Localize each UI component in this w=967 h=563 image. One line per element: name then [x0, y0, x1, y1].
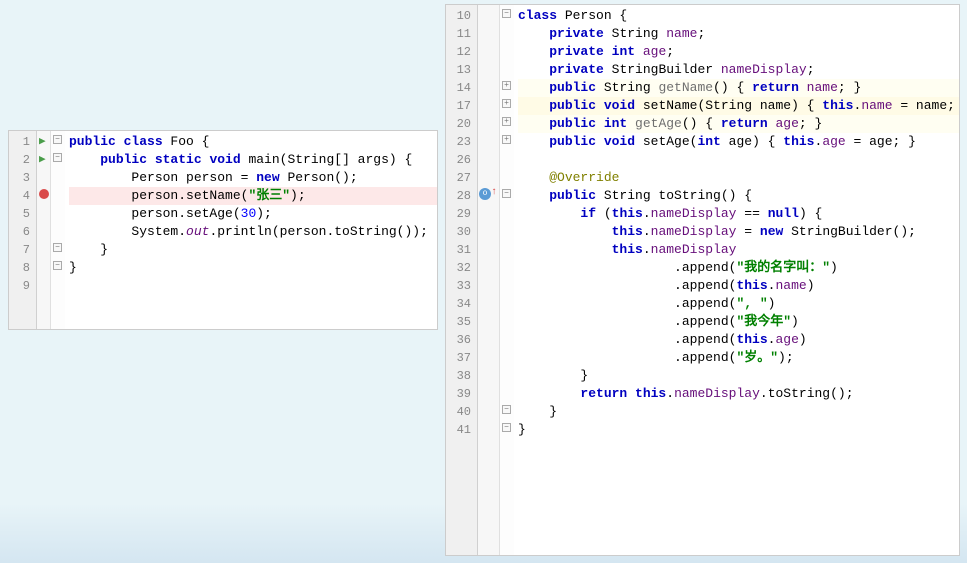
code-line[interactable]: public class Foo {: [69, 133, 437, 151]
fold-expand-icon[interactable]: +: [502, 135, 511, 144]
code-line[interactable]: }: [518, 367, 959, 385]
code-line[interactable]: }: [69, 241, 437, 259]
line-number-gutter[interactable]: 1 2 3 4 5 6 7 8 9: [9, 131, 37, 329]
fold-end-icon[interactable]: −: [502, 423, 511, 432]
code-line[interactable]: if (this.nameDisplay == null) {: [518, 205, 959, 223]
fold-toggle-icon[interactable]: −: [53, 153, 62, 162]
marker-gutter[interactable]: ▶ ▶: [37, 131, 51, 329]
code-line[interactable]: Person person = new Person();: [69, 169, 437, 187]
code-line[interactable]: .append(", "): [518, 295, 959, 313]
code-line[interactable]: public void setName(String name) { this.…: [518, 97, 959, 115]
code-line[interactable]: [518, 151, 959, 169]
fold-end-icon[interactable]: −: [53, 261, 62, 270]
fold-end-icon[interactable]: −: [53, 243, 62, 252]
line-number[interactable]: 33: [446, 277, 471, 295]
breakpoint-icon[interactable]: [39, 189, 49, 199]
override-arrow-icon: ↑: [491, 187, 497, 198]
code-area[interactable]: class Person { private String name; priv…: [514, 5, 959, 555]
line-number[interactable]: 2: [9, 151, 30, 169]
code-line[interactable]: this.nameDisplay: [518, 241, 959, 259]
line-number[interactable]: 23: [446, 133, 471, 151]
fold-gutter[interactable]: − − − −: [51, 131, 65, 329]
line-number[interactable]: 14: [446, 79, 471, 97]
code-line[interactable]: .append(this.age): [518, 331, 959, 349]
line-number[interactable]: 12: [446, 43, 471, 61]
code-line[interactable]: public void setAge(int age) { this.age =…: [518, 133, 959, 151]
editor-panel-foo: 1 2 3 4 5 6 7 8 9 ▶ ▶ − − − − public cla…: [8, 130, 438, 330]
line-number[interactable]: 9: [9, 277, 30, 295]
code-line[interactable]: class Person {: [518, 7, 959, 25]
run-icon[interactable]: ▶: [39, 152, 46, 166]
line-number[interactable]: 6: [9, 223, 30, 241]
line-number[interactable]: 8: [9, 259, 30, 277]
line-number[interactable]: 3: [9, 169, 30, 187]
line-number[interactable]: 41: [446, 421, 471, 439]
line-number[interactable]: 29: [446, 205, 471, 223]
line-number[interactable]: 31: [446, 241, 471, 259]
code-line[interactable]: private StringBuilder nameDisplay;: [518, 61, 959, 79]
line-number[interactable]: 5: [9, 205, 30, 223]
line-number[interactable]: 34: [446, 295, 471, 313]
override-icon[interactable]: o: [479, 188, 491, 200]
line-number[interactable]: 40: [446, 403, 471, 421]
line-number[interactable]: 32: [446, 259, 471, 277]
line-number[interactable]: 11: [446, 25, 471, 43]
code-line[interactable]: .append("岁。");: [518, 349, 959, 367]
code-line[interactable]: person.setName("张三");: [69, 187, 437, 205]
code-line[interactable]: public String getName() { return name; }: [518, 79, 959, 97]
line-number[interactable]: 39: [446, 385, 471, 403]
code-line[interactable]: public static void main(String[] args) {: [69, 151, 437, 169]
fold-expand-icon[interactable]: +: [502, 99, 511, 108]
fold-gutter[interactable]: − + + + + − − −: [500, 5, 514, 555]
code-line[interactable]: person.setAge(30);: [69, 205, 437, 223]
line-number[interactable]: 20: [446, 115, 471, 133]
line-number[interactable]: 38: [446, 367, 471, 385]
code-line[interactable]: public String toString() {: [518, 187, 959, 205]
line-number[interactable]: 7: [9, 241, 30, 259]
line-number[interactable]: 28: [446, 187, 471, 205]
code-line[interactable]: this.nameDisplay = new StringBuilder();: [518, 223, 959, 241]
marker-gutter[interactable]: o ↑: [478, 5, 500, 555]
run-icon[interactable]: ▶: [39, 134, 46, 148]
fold-end-icon[interactable]: −: [502, 405, 511, 414]
code-line[interactable]: System.out.println(person.toString());: [69, 223, 437, 241]
line-number[interactable]: 10: [446, 7, 471, 25]
line-number[interactable]: 4: [9, 187, 30, 205]
code-line[interactable]: .append("我今年"): [518, 313, 959, 331]
line-number[interactable]: 30: [446, 223, 471, 241]
fold-toggle-icon[interactable]: −: [502, 189, 511, 198]
line-number[interactable]: 17: [446, 97, 471, 115]
line-number[interactable]: 13: [446, 61, 471, 79]
code-line[interactable]: }: [518, 421, 959, 439]
code-line[interactable]: }: [69, 259, 437, 277]
line-number[interactable]: 36: [446, 331, 471, 349]
code-line[interactable]: private String name;: [518, 25, 959, 43]
code-line[interactable]: .append("我的名字叫："): [518, 259, 959, 277]
line-number[interactable]: 35: [446, 313, 471, 331]
editor-panel-person: 10 11 12 13 14 17 20 23 26 27 28 29 30 3…: [445, 4, 960, 556]
line-number[interactable]: 26: [446, 151, 471, 169]
fold-toggle-icon[interactable]: −: [53, 135, 62, 144]
code-line[interactable]: }: [518, 403, 959, 421]
code-area[interactable]: public class Foo { public static void ma…: [65, 131, 437, 329]
code-line[interactable]: public int getAge() { return age; }: [518, 115, 959, 133]
code-line[interactable]: [69, 277, 437, 295]
code-line[interactable]: @Override: [518, 169, 959, 187]
line-number[interactable]: 37: [446, 349, 471, 367]
line-number[interactable]: 27: [446, 169, 471, 187]
code-line[interactable]: .append(this.name): [518, 277, 959, 295]
line-number[interactable]: 1: [9, 133, 30, 151]
fold-expand-icon[interactable]: +: [502, 81, 511, 90]
code-line[interactable]: private int age;: [518, 43, 959, 61]
fold-expand-icon[interactable]: +: [502, 117, 511, 126]
line-number-gutter[interactable]: 10 11 12 13 14 17 20 23 26 27 28 29 30 3…: [446, 5, 478, 555]
fold-toggle-icon[interactable]: −: [502, 9, 511, 18]
code-line[interactable]: return this.nameDisplay.toString();: [518, 385, 959, 403]
